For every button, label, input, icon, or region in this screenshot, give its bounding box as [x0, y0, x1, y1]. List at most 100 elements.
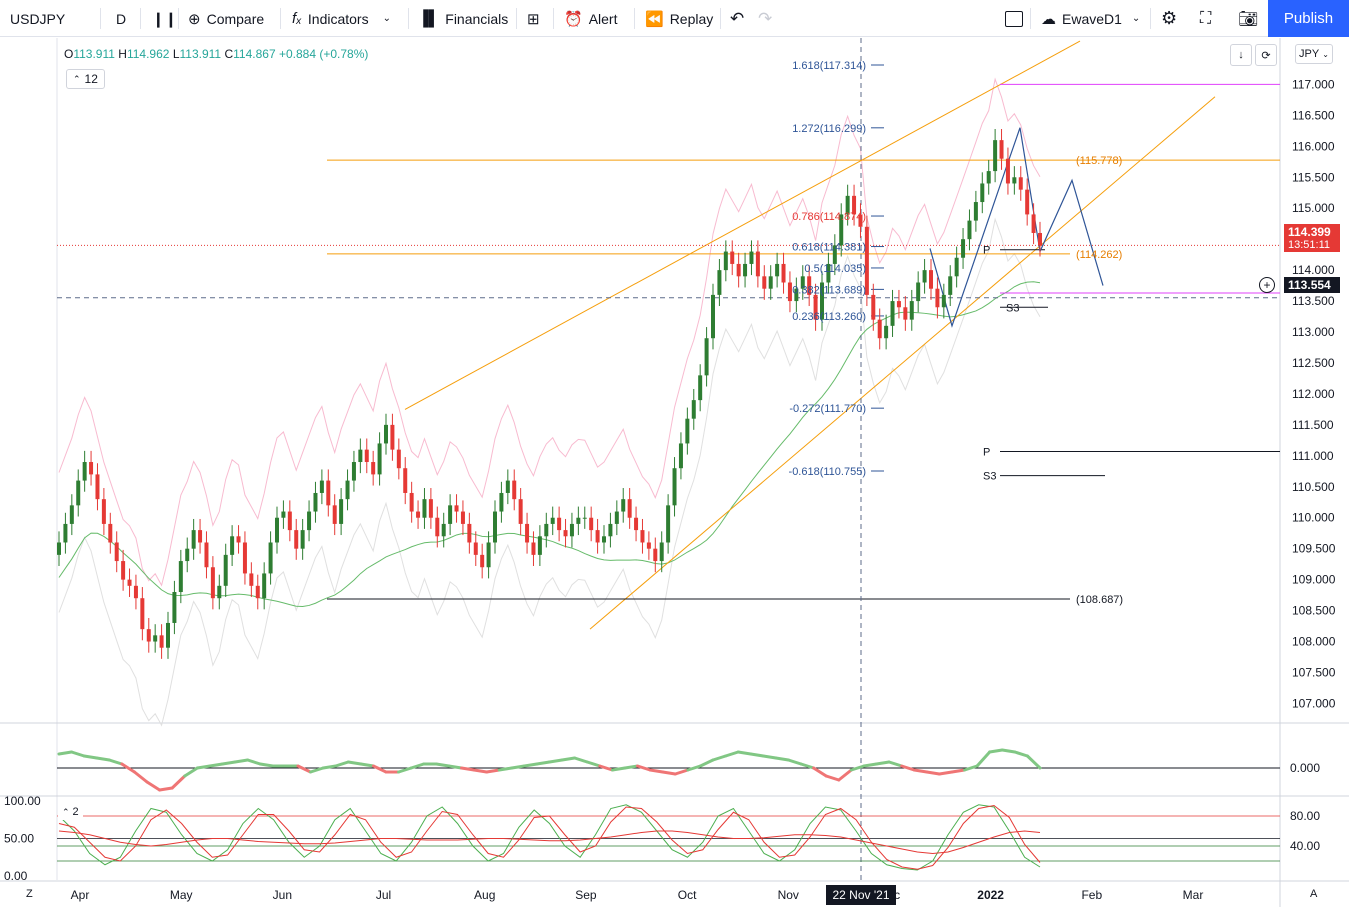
candle-down: [326, 480, 331, 506]
scroll-down-button[interactable]: ↓: [1230, 44, 1252, 66]
candle-up: [172, 592, 177, 623]
candle-down: [999, 140, 1004, 159]
candle-up: [967, 220, 972, 240]
replay-button[interactable]: ⏪ Replay: [645, 0, 713, 37]
osc-segment: [875, 760, 891, 766]
price-tick-label: 111.500: [1292, 418, 1334, 432]
candle-down: [512, 480, 517, 500]
osc-segment: [698, 758, 715, 768]
time-tick-label: Jun: [273, 888, 292, 902]
osc-segment: [975, 750, 992, 768]
candle-down: [294, 530, 299, 549]
toolbar-divider: [1150, 8, 1151, 29]
candle-down: [595, 530, 600, 543]
candle-up: [217, 585, 222, 599]
osc-segment: [937, 770, 954, 776]
candle-up: [576, 517, 581, 524]
time-tick-label: Oct: [678, 888, 697, 902]
candle-down: [730, 251, 735, 264]
candle-up: [191, 530, 196, 549]
candle-up: [319, 480, 324, 493]
toolbar-divider: [516, 8, 517, 29]
osc-segment: [673, 768, 690, 776]
candle-up: [82, 462, 87, 481]
pivot-label: S3: [1006, 302, 1019, 314]
osc-segment: [573, 756, 589, 764]
cloud-icon: ☁: [1041, 10, 1056, 28]
level-price-label: (115.778): [1076, 155, 1122, 167]
layout-button[interactable]: ☁ EwaveD1 ⌄: [1041, 0, 1140, 37]
toolbar-divider: [408, 8, 409, 29]
timezone-button[interactable]: Z: [26, 888, 33, 900]
osc-segment: [246, 758, 262, 766]
osc-segment: [183, 766, 199, 778]
candle-up: [544, 523, 549, 537]
osc-segment: [786, 758, 803, 766]
fullscreen-button[interactable]: ⛶: [1200, 0, 1211, 37]
candle-up: [659, 542, 664, 562]
osc-segment: [774, 756, 790, 762]
oscillator-toggle[interactable]: ⌃ 2: [58, 804, 83, 820]
candle-down: [390, 424, 395, 450]
low-label: L: [172, 47, 180, 61]
candle-up: [493, 511, 497, 543]
candle-up: [582, 517, 587, 519]
price-tick-label: 108.000: [1292, 635, 1336, 649]
financials-button[interactable]: ▐▌ Financials: [418, 0, 508, 37]
currency-selector[interactable]: JPY ⌄: [1295, 44, 1333, 64]
osc-segment: [925, 770, 941, 776]
symbol-search[interactable]: USDJPY: [10, 0, 65, 37]
undo-button[interactable]: ↶: [730, 0, 744, 37]
candle-down: [473, 542, 478, 555]
bar-chart-icon: ▐▌: [418, 10, 440, 27]
osc-segment: [610, 766, 627, 772]
add-alert-button[interactable]: +: [1259, 277, 1275, 293]
candle-down: [255, 585, 260, 599]
chart-canvas[interactable]: 107.000 107.500 108.000 108.500 109.000 109.5…: [0, 37, 1349, 907]
redo-button[interactable]: ↷: [758, 0, 772, 37]
osc-segment: [107, 758, 124, 766]
candle-down: [1038, 232, 1042, 246]
alert-button[interactable]: ⏰ Alert: [564, 0, 617, 37]
osc-segment: [623, 764, 640, 770]
candle-down: [210, 567, 215, 599]
stoch-series-line: [58, 830, 1041, 855]
candle-up: [717, 270, 722, 295]
candles: [57, 128, 1042, 659]
interval-button[interactable]: D: [116, 0, 126, 37]
candle-down: [589, 517, 594, 531]
osc-segment: [648, 768, 665, 774]
auto-scale-button[interactable]: ⟳: [1255, 44, 1277, 66]
candle-up: [358, 449, 363, 463]
last-price-value: 114.399: [1288, 225, 1331, 239]
templates-button[interactable]: ⊞: [527, 0, 546, 37]
osc-segment: [963, 764, 979, 772]
publish-button[interactable]: Publish: [1268, 0, 1349, 37]
candle-down: [249, 573, 254, 586]
candle-up: [986, 171, 991, 184]
fullscreen-layout-button[interactable]: [1005, 0, 1023, 37]
indicators-toggle[interactable]: ⌃ 12: [66, 69, 105, 89]
candle-down: [896, 301, 901, 308]
candle-down: [101, 499, 106, 524]
candle-down: [736, 263, 741, 277]
osc-segment: [397, 766, 413, 774]
auto-button[interactable]: A: [1310, 888, 1317, 900]
osc-segment: [988, 748, 1004, 754]
candle-up: [499, 492, 504, 512]
indicators-button[interactable]: fₓ Indicators ⌄: [292, 0, 391, 37]
candle-up: [339, 499, 344, 524]
candle-down: [198, 530, 203, 543]
price-tick-label: 109.500: [1292, 542, 1336, 556]
osc-segment: [497, 766, 514, 772]
snapshot-button[interactable]: 📷︎: [1238, 0, 1258, 37]
square-icon: [1005, 10, 1023, 27]
settings-button[interactable]: ⚙: [1161, 0, 1177, 37]
price-tick-label: 117.000: [1292, 77, 1335, 91]
candle-down: [929, 270, 933, 289]
candle-up: [307, 511, 312, 531]
candle-up: [608, 523, 613, 537]
candle-up: [685, 418, 690, 444]
bar-countdown: 13:51:11: [1288, 239, 1331, 251]
compare-button[interactable]: ⊕ Compare: [188, 0, 264, 37]
